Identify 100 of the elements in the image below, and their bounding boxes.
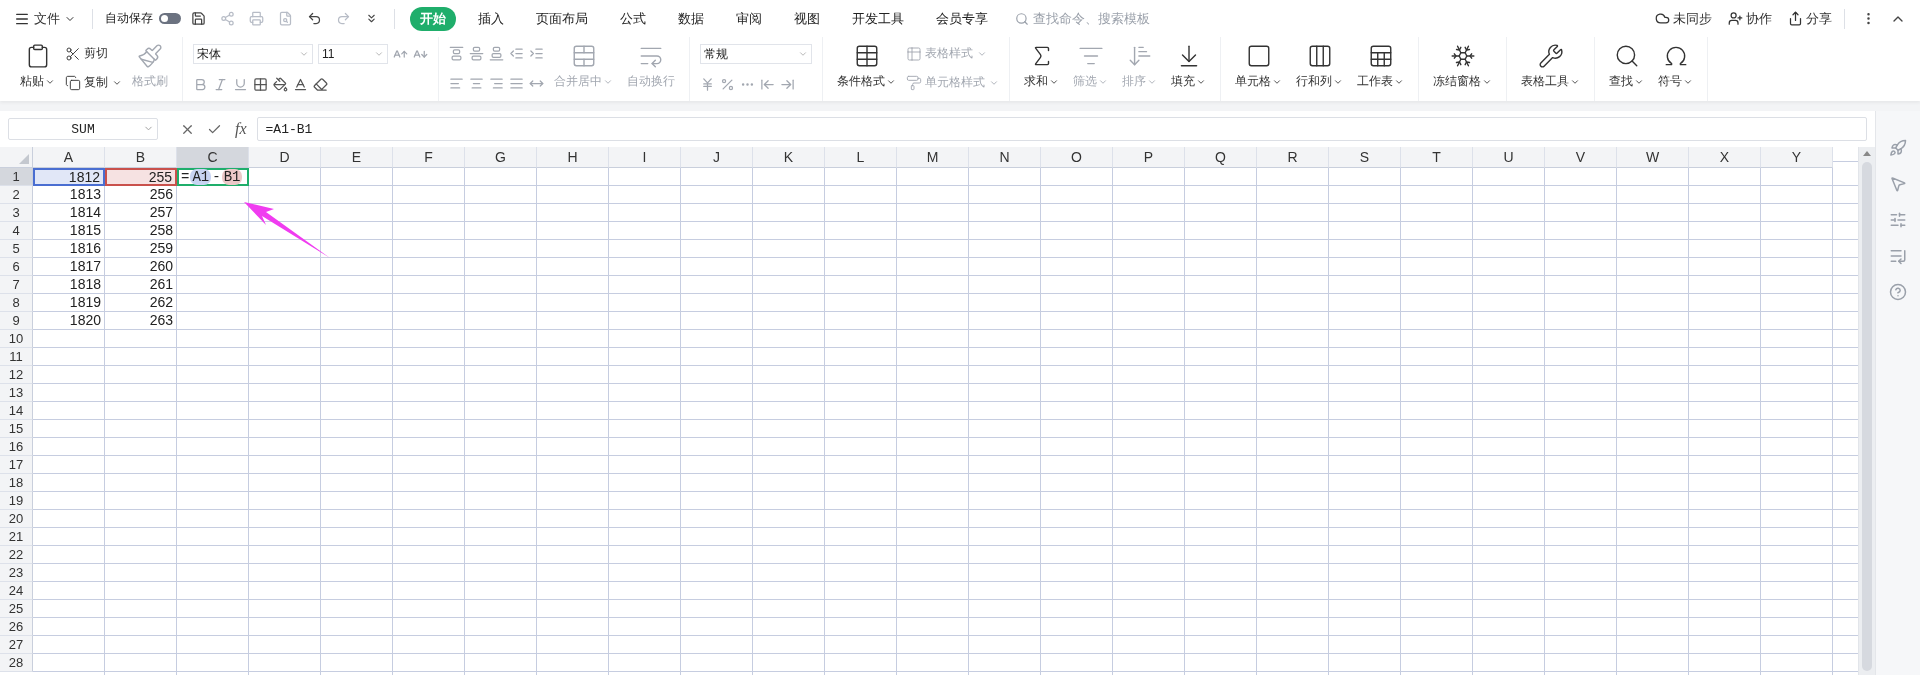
row-header[interactable]: 12 [0, 366, 33, 384]
ribbon-button[interactable]: 工作表 [1353, 39, 1408, 97]
row-header[interactable]: 18 [0, 474, 33, 492]
column-header[interactable]: I [609, 147, 681, 168]
column-header[interactable]: V [1545, 147, 1617, 168]
row-header[interactable]: 16 [0, 438, 33, 456]
sliders-icon[interactable] [1889, 211, 1907, 229]
row-header[interactable]: 10 [0, 330, 33, 348]
align-middle-icon[interactable] [469, 45, 484, 61]
row-header[interactable]: 9 [0, 312, 33, 330]
align-top-icon[interactable] [449, 45, 464, 61]
cursor-icon[interactable] [1889, 175, 1907, 193]
row-header[interactable]: 8 [0, 294, 33, 312]
toolbar-action[interactable]: 分享 [1788, 9, 1832, 28]
align-bottom-icon[interactable] [489, 45, 504, 61]
column-header[interactable]: U [1473, 147, 1545, 168]
align-center-icon[interactable] [469, 75, 484, 91]
row-header[interactable]: 4 [0, 222, 33, 240]
insert-function-button[interactable]: fx [235, 120, 247, 138]
more-icon[interactable] [365, 12, 378, 25]
column-header[interactable]: P [1113, 147, 1185, 168]
column-header[interactable]: C [177, 147, 249, 168]
column-header[interactable]: K [753, 147, 825, 168]
font-color-icon[interactable] [293, 76, 308, 92]
file-menu[interactable]: 文件 [10, 9, 80, 28]
justify-icon[interactable] [509, 75, 524, 91]
ribbon-tab[interactable]: 视图 [784, 6, 830, 31]
ribbon-button[interactable]: 单元格 [1231, 39, 1286, 97]
editing-cell[interactable]: = A1 - B1 [177, 168, 249, 186]
preview-icon[interactable] [278, 11, 293, 26]
italic-icon[interactable] [213, 76, 228, 92]
row-header[interactable]: 19 [0, 492, 33, 510]
row-header[interactable]: 21 [0, 528, 33, 546]
row-header[interactable]: 20 [0, 510, 33, 528]
row-header[interactable]: 22 [0, 546, 33, 564]
column-header[interactable]: M [897, 147, 969, 168]
formula-field[interactable]: =A1-B1 [256, 117, 1867, 141]
currency-icon[interactable] [700, 76, 715, 92]
scrollbar[interactable] [1858, 147, 1875, 675]
align-right-icon[interactable] [489, 75, 504, 91]
select-all-corner[interactable] [0, 147, 33, 168]
help-icon[interactable] [1889, 283, 1907, 301]
column-header[interactable]: E [321, 147, 393, 168]
ribbon-tab[interactable]: 数据 [668, 6, 714, 31]
ribbon-tab[interactable]: 会员专享 [926, 6, 998, 31]
column-header[interactable]: D [249, 147, 321, 168]
font-select[interactable]: 宋体 [193, 44, 313, 65]
underline-icon[interactable] [233, 76, 248, 92]
ribbon-tab[interactable]: 公式 [610, 6, 656, 31]
border-icon[interactable] [253, 76, 268, 92]
column-header[interactable]: W [1617, 147, 1689, 168]
row-header[interactable]: 11 [0, 348, 33, 366]
column-header[interactable]: L [825, 147, 897, 168]
share-icon[interactable] [220, 11, 235, 26]
row-header[interactable]: 2 [0, 186, 33, 204]
row-header[interactable]: 14 [0, 402, 33, 420]
column-header[interactable]: H [537, 147, 609, 168]
font-size-select[interactable]: 11 [318, 44, 388, 65]
undo-icon[interactable] [307, 11, 322, 26]
row-header[interactable]: 23 [0, 564, 33, 582]
number-format-select[interactable]: 常规 [700, 44, 812, 65]
row-header[interactable]: 27 [0, 636, 33, 654]
row-header[interactable]: 13 [0, 384, 33, 402]
column-header[interactable]: J [681, 147, 753, 168]
row-header[interactable]: 5 [0, 240, 33, 258]
row-header[interactable]: 15 [0, 420, 33, 438]
outdent-icon[interactable] [509, 45, 524, 61]
autosave-toggle[interactable] [159, 13, 181, 24]
column-header[interactable]: N [969, 147, 1041, 168]
column-header[interactable]: A [33, 147, 105, 168]
ribbon-button[interactable]: 粘贴 [16, 39, 59, 97]
row-header[interactable]: 26 [0, 618, 33, 636]
row-header[interactable]: 17 [0, 456, 33, 474]
redo-icon[interactable] [336, 11, 351, 26]
ribbon-tab[interactable]: 审阅 [726, 6, 772, 31]
indent-icon[interactable] [529, 45, 544, 61]
column-header[interactable]: B [105, 147, 177, 168]
ribbon-tab[interactable]: 页面布局 [526, 6, 598, 31]
column-header[interactable]: X [1689, 147, 1761, 168]
ribbon-button[interactable]: 复制 [65, 74, 122, 91]
column-header[interactable]: Y [1761, 147, 1833, 168]
row-header[interactable]: 7 [0, 276, 33, 294]
save-icon[interactable] [191, 11, 206, 26]
column-header[interactable]: F [393, 147, 465, 168]
column-header[interactable]: O [1041, 147, 1113, 168]
toolbar-action[interactable]: 协作 [1728, 9, 1772, 28]
ribbon-button[interactable]: 行和列 [1292, 39, 1347, 97]
scroll-up-icon[interactable] [1863, 151, 1871, 156]
column-header[interactable]: G [465, 147, 537, 168]
align-left-icon[interactable] [449, 75, 464, 91]
rocket-icon[interactable] [1889, 139, 1907, 157]
toolbar-action[interactable]: 未同步 [1655, 9, 1712, 28]
column-header[interactable]: T [1401, 147, 1473, 168]
ribbon-button[interactable]: 冻结窗格 [1429, 39, 1496, 97]
ribbon-button[interactable]: 剪切 [65, 45, 122, 62]
ribbon-tab[interactable]: 插入 [468, 6, 514, 31]
column-header[interactable]: S [1329, 147, 1401, 168]
column-header[interactable]: R [1257, 147, 1329, 168]
row-header[interactable]: 24 [0, 582, 33, 600]
ribbon-button[interactable]: 符号 [1654, 39, 1697, 97]
